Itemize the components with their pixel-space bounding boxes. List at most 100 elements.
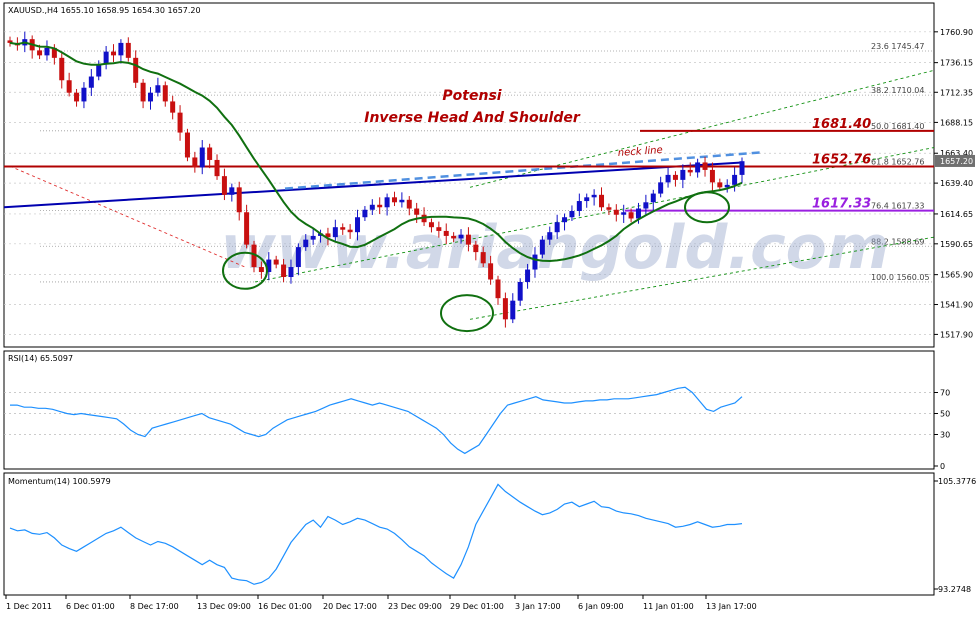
y-tick-label: 1517.90 <box>940 330 973 339</box>
level-label: 1652.76 <box>812 152 871 167</box>
candle-body <box>628 212 634 219</box>
candle-body <box>399 199 405 203</box>
candle-body <box>199 147 205 168</box>
candle-body <box>377 204 383 208</box>
momentum-panel-frame <box>3 472 935 596</box>
candle-body <box>391 197 397 203</box>
rsi-y-tick-label: 50 <box>940 410 950 419</box>
candle-body <box>658 182 664 194</box>
candle-body <box>591 194 597 198</box>
candle-body <box>332 227 338 238</box>
candle-body <box>599 194 605 208</box>
candle-body <box>436 227 442 231</box>
candle-body <box>355 217 361 233</box>
y-tick-label: 1590.65 <box>940 240 973 249</box>
level-label: 1617.33 <box>812 197 871 212</box>
candle-body <box>488 263 494 280</box>
candle-body <box>44 47 50 56</box>
candle-body <box>118 42 124 56</box>
x-tick-label: 16 Dec 01:00 <box>258 602 312 611</box>
candle-body <box>569 211 575 218</box>
candle-body <box>473 244 479 253</box>
chart-canvas: 23.6 1745.4738.2 1710.0450.0 1681.4061.8… <box>3 2 976 611</box>
candle-body <box>96 64 102 77</box>
y-tick-label: 1565.90 <box>940 271 973 280</box>
candle-body <box>554 222 560 233</box>
candle-body <box>613 209 619 215</box>
candle-body <box>695 162 701 173</box>
candle-body <box>621 212 627 215</box>
candle-body <box>155 85 161 93</box>
x-tick-label: 3 Jan 17:00 <box>515 602 561 611</box>
candle-body <box>525 269 531 282</box>
rsi-y-tick-label: 30 <box>940 431 950 440</box>
fib-label: 50.0 1681.40 <box>871 122 924 131</box>
rsi-y-tick-label: 0 <box>940 462 945 471</box>
candle-body <box>510 300 516 320</box>
candle-body <box>347 229 353 233</box>
y-tick-label: 1688.15 <box>940 118 973 127</box>
candle-body <box>66 80 72 93</box>
candle-body <box>606 207 612 210</box>
candle-body <box>369 204 375 210</box>
chart-window: 23.6 1745.47 38.2 1710.04 50.0 1681.40 61.8… <box>0 0 976 616</box>
candle-body <box>702 162 708 170</box>
candle-body <box>59 57 65 81</box>
candle-body <box>465 234 471 245</box>
candle-body <box>665 174 671 183</box>
fib-label: 76.4 1617.33 <box>871 202 924 211</box>
candle-body <box>406 199 412 209</box>
candle-body <box>37 50 43 56</box>
candle-body <box>650 193 656 203</box>
x-tick-label: 23 Dec 09:00 <box>388 602 442 611</box>
candle-body <box>111 51 117 56</box>
candle-body <box>295 247 301 268</box>
fib-label: 23.6 1745.47 <box>871 42 924 51</box>
candle-body <box>517 281 523 301</box>
candle-body <box>214 159 220 177</box>
title-line-2: Inverse Head And Shoulder <box>364 110 581 126</box>
candle-body <box>562 217 568 223</box>
candle-body <box>480 252 486 264</box>
candle-body <box>310 235 316 240</box>
candle-body <box>88 76 94 88</box>
title-line-1: Potensi <box>442 88 501 104</box>
candle-body <box>221 176 227 195</box>
y-tick-label: 1614.65 <box>940 210 973 219</box>
candle-body <box>635 208 641 219</box>
candle-body <box>162 85 168 102</box>
fib-label: 38.2 1710.04 <box>871 86 924 95</box>
candle-body <box>303 239 309 248</box>
candle-body <box>539 239 545 255</box>
y-axis-layer: 1760.901736.151712.351688.151663.401639.… <box>934 28 976 594</box>
candle-body <box>140 82 146 102</box>
candle-body <box>147 92 153 102</box>
candle-body <box>672 174 678 180</box>
candle-body <box>443 230 449 236</box>
candle-body <box>125 42 131 58</box>
momentum-label: Momentum(14) 100.5979 <box>8 477 111 486</box>
candle-body <box>428 222 434 228</box>
candle-body <box>362 209 368 218</box>
y-tick-label: 1541.90 <box>940 301 973 310</box>
candle-body <box>133 57 139 83</box>
momentum-y-tick-label: 93.2748 <box>938 585 971 594</box>
current-price-label: 1657.20 <box>940 157 973 166</box>
candle-body <box>236 187 242 213</box>
y-tick-label: 1760.90 <box>940 28 973 37</box>
candle-body <box>680 169 686 180</box>
candle-body <box>207 147 213 160</box>
x-tick-label: 13 Dec 09:00 <box>197 602 251 611</box>
candle-body <box>709 169 715 183</box>
candle-body <box>502 298 508 320</box>
candle-body <box>81 87 87 102</box>
candle-body <box>244 212 250 245</box>
candle-body <box>584 197 590 202</box>
level-label-layer: 1681.40 1652.76 1617.33 <box>812 117 871 212</box>
y-tick-label: 1712.35 <box>940 88 973 97</box>
rsi-y-tick-label: 70 <box>940 389 950 398</box>
x-tick-label: 8 Dec 17:00 <box>130 602 179 611</box>
candle-body <box>739 161 745 175</box>
level-label: 1681.40 <box>812 117 871 132</box>
x-tick-label: 29 Dec 01:00 <box>450 602 504 611</box>
